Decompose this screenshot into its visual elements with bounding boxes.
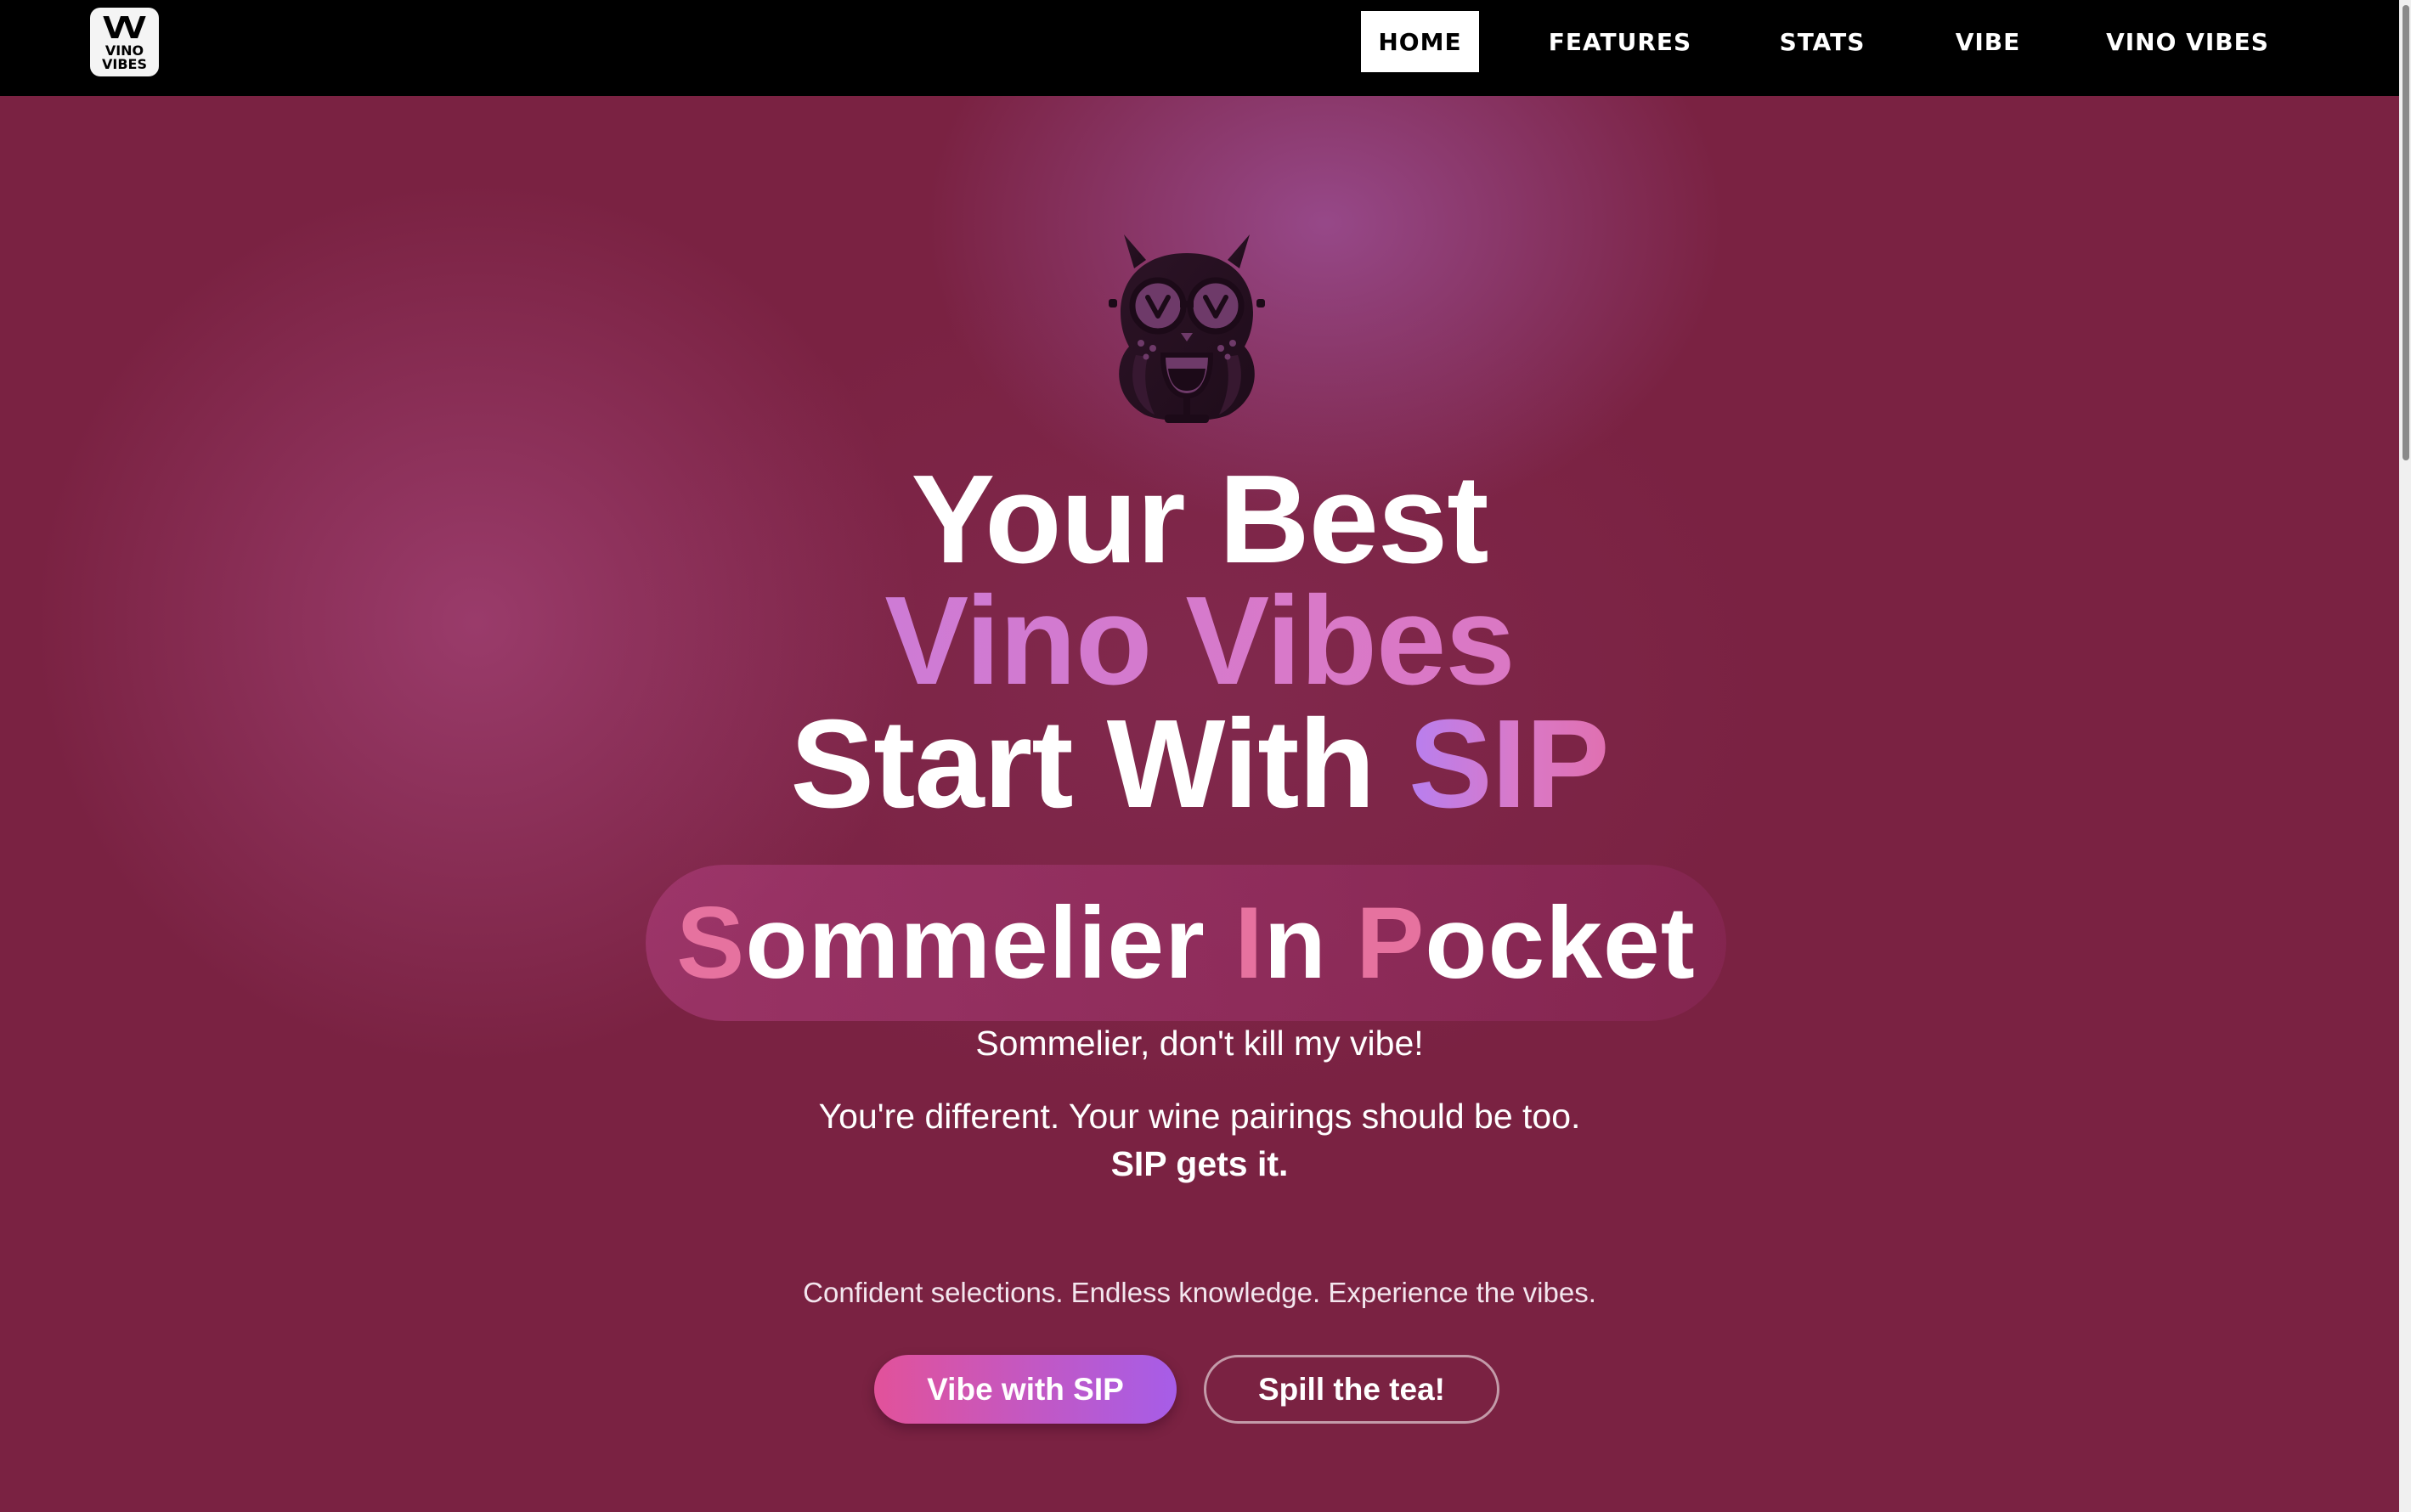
hero-tagline: Sommelier, don't kill my vibe! — [975, 1024, 1424, 1063]
hero-pitch: You're different. Your wine pairings sho… — [818, 1097, 1581, 1136]
vibe-with-sip-button[interactable]: Vibe with SIP — [874, 1355, 1177, 1424]
scrollbar-thumb[interactable] — [2403, 5, 2409, 460]
hero-small-tagline: Confident selections. Endless knowledge.… — [803, 1277, 1596, 1308]
headline-line-3-prefix: Start With — [790, 694, 1409, 834]
sip-acronym-banner: Sommelier In Pocket — [646, 865, 1726, 1021]
nav-menu: HOME FEATURES STATS VIBE VINO VIBES — [0, 11, 2399, 72]
nav-item-vino-vibes[interactable]: VINO VIBES — [2090, 11, 2285, 72]
spill-the-tea-button[interactable]: Spill the tea! — [1204, 1355, 1499, 1424]
top-navbar: VV VINO VIBES HOME FEATURES STATS VIBE V… — [0, 0, 2399, 96]
nav-item-stats[interactable]: STATS — [1759, 11, 1886, 72]
headline-line-3: Start With SIP — [0, 702, 2399, 827]
acronym-letter-i: I — [1234, 886, 1264, 1000]
acronym-word-sommelier: ommelier — [745, 886, 1235, 1000]
headline-line-2: Vino Vibes — [0, 578, 2399, 704]
headline-line-1: Your Best — [911, 449, 1488, 590]
acronym-word-in: n — [1263, 886, 1357, 1000]
nav-item-home[interactable]: HOME — [1361, 11, 1479, 72]
page-scrollbar[interactable] — [2399, 0, 2411, 1512]
nav-item-features[interactable]: FEATURES — [1529, 11, 1711, 72]
acronym-letter-p: P — [1356, 886, 1426, 1000]
acronym-word-pocket: ocket — [1425, 886, 1696, 1000]
owl-wine-glass-icon — [1109, 234, 1265, 423]
acronym-letter-s: S — [676, 886, 746, 1000]
hero-pitch-bold: SIP gets it. — [1110, 1144, 1289, 1183]
nav-item-vibe[interactable]: VIBE — [1939, 11, 2037, 72]
headline-sip-accent: SIP — [1409, 694, 1610, 834]
hero-section: Your Best Vino Vibes Start With SIP Somm… — [0, 96, 2399, 1512]
